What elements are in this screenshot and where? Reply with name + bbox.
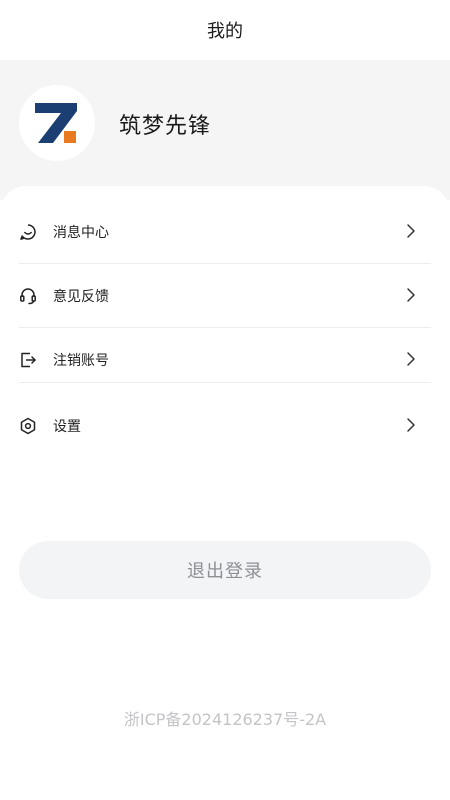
logout-button[interactable]: 退出登录 bbox=[19, 541, 431, 599]
menu-item-messages[interactable]: 消息中心 bbox=[0, 200, 450, 264]
chevron-right-icon bbox=[407, 418, 415, 432]
chevron-right-icon bbox=[407, 224, 415, 238]
menu-item-deactivate-account[interactable]: 注销账号 bbox=[0, 328, 450, 384]
menu-card: 消息中心 意见反馈 注销账号 设置 退出登录 浙ICP备2024126237号-… bbox=[0, 186, 450, 800]
icp-license-link[interactable]: 浙ICP备2024126237号-2A bbox=[0, 706, 450, 730]
chat-bubble-icon bbox=[19, 223, 37, 241]
menu-item-feedback[interactable]: 意见反馈 bbox=[0, 264, 450, 328]
menu-item-label: 设置 bbox=[53, 419, 81, 435]
chevron-right-icon bbox=[407, 288, 415, 302]
avatar[interactable] bbox=[19, 85, 95, 161]
headset-icon bbox=[19, 287, 37, 305]
username: 筑梦先锋 bbox=[119, 114, 212, 139]
menu-item-label: 消息中心 bbox=[53, 225, 109, 241]
hexagon-settings-icon bbox=[19, 417, 37, 435]
zhumeng-logo-icon bbox=[35, 103, 77, 143]
profile-header: 筑梦先锋 bbox=[0, 60, 450, 200]
menu-item-settings[interactable]: 设置 bbox=[0, 394, 450, 458]
menu-item-label: 注销账号 bbox=[53, 353, 109, 369]
page-title: 我的 bbox=[207, 21, 243, 42]
nav-bar: 我的 bbox=[0, 0, 450, 60]
logout-box-icon bbox=[19, 351, 37, 369]
menu-item-label: 意见反馈 bbox=[53, 289, 109, 305]
chevron-right-icon bbox=[407, 352, 415, 366]
divider bbox=[19, 382, 431, 383]
